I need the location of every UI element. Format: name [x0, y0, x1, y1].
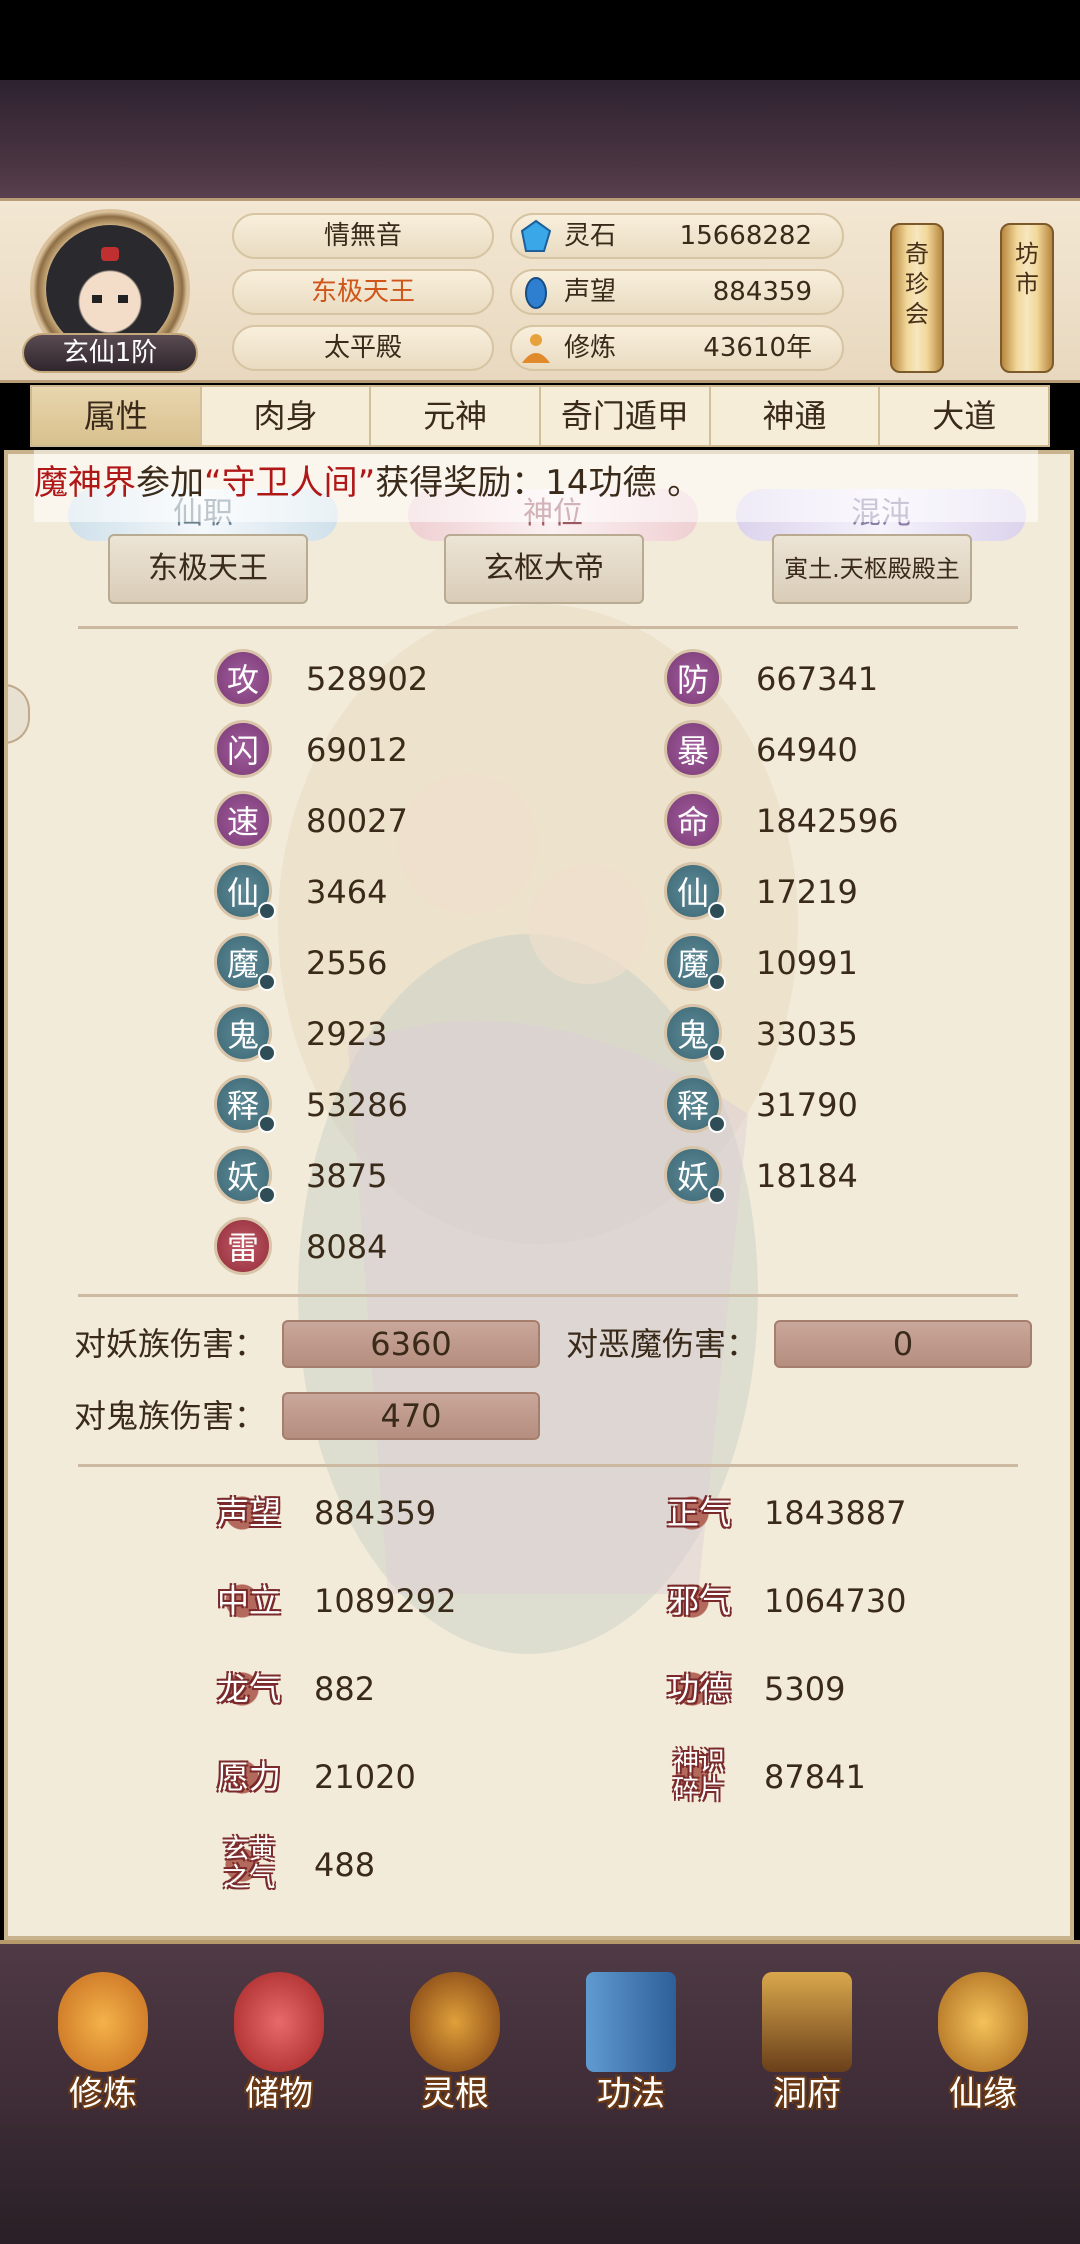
shield-icon — [708, 1186, 726, 1204]
stat-dragon-qi: 龙气 882 — [214, 1656, 544, 1722]
reputation-icon — [525, 277, 547, 309]
nav-techniques[interactable]: 功法 — [556, 1962, 706, 2122]
tab-body[interactable]: 肉身 — [202, 387, 372, 445]
market-button[interactable]: 坊市 — [1000, 223, 1054, 373]
stat-buddha-defense: 释 31790 — [664, 1075, 1004, 1135]
shield-icon — [708, 1115, 726, 1133]
spirit-stone-icon — [520, 219, 552, 252]
storage-bag-icon — [234, 1972, 324, 2072]
stat-yao-attack: 妖 3875 — [214, 1146, 514, 1206]
title-shenwei-value: 玄枢大帝 — [444, 534, 644, 604]
player-palace: 太平殿 — [232, 325, 494, 371]
nav-cave[interactable]: 洞府 — [732, 1962, 882, 2122]
resource-cultivation: 修炼 43610年 — [510, 325, 844, 371]
stat-buddha-attack: 释 53286 — [214, 1075, 514, 1135]
tab-bar: 属性 肉身 元神 奇门遁甲 神通 大道 — [30, 385, 1050, 447]
decorative-banner — [0, 80, 1080, 200]
side-pull-tab[interactable] — [8, 684, 30, 744]
tab-qimen[interactable]: 奇门遁甲 — [541, 387, 711, 445]
stat-xuanhuang-qi: 玄黄之气 488 — [214, 1832, 544, 1898]
stat-evil-qi: 邪气 1064730 — [664, 1568, 1004, 1634]
stat-reputation: 声望 884359 — [214, 1480, 544, 1546]
stat-critical: 暴 64940 — [664, 720, 1004, 780]
resource-label: 声望 — [564, 277, 617, 307]
attack-marker-icon — [258, 1044, 276, 1062]
hairpin-icon — [101, 247, 119, 261]
stat-immortal-defense: 仙 17219 — [664, 862, 1004, 922]
damage-demon-label: 对恶魔伤害： — [566, 1325, 759, 1363]
stat-speed: 速 80027 — [214, 791, 514, 851]
resource-value: 884359 — [712, 277, 812, 307]
title-xianzhi-value: 东极天王 — [108, 534, 308, 604]
stat-ghost-defense: 鬼 33035 — [664, 1004, 1004, 1064]
cultivation-icon — [522, 334, 550, 363]
stat-attack: 攻 528902 — [214, 649, 514, 709]
stat-demon-attack: 魔 2556 — [214, 933, 514, 993]
resource-value: 15668282 — [679, 221, 812, 251]
resource-label: 灵石 — [564, 221, 617, 251]
stat-dodge: 闪 69012 — [214, 720, 514, 780]
scripture-book-icon — [586, 1972, 676, 2072]
meditating-monk-icon — [58, 1972, 148, 2072]
damage-demon-value: 0 — [774, 1320, 1032, 1368]
treasure-fair-button[interactable]: 奇珍会 — [890, 223, 944, 373]
stat-yao-defense: 妖 18184 — [664, 1146, 1004, 1206]
cave-dwelling-icon — [762, 1972, 852, 2072]
player-header: 玄仙1阶 情無音 东极天王 太平殿 灵石 15668282 声望 884359 … — [0, 198, 1080, 383]
divider — [78, 1294, 1018, 1297]
broadcast-ticker: 魔神界参加“守卫人间”获得奖励：14功德 。 — [34, 450, 1038, 522]
attack-marker-icon — [258, 1115, 276, 1133]
stat-immortal-attack: 仙 3464 — [214, 862, 514, 922]
attack-marker-icon — [258, 973, 276, 991]
resource-label: 修炼 — [564, 333, 617, 363]
attack-marker-icon — [258, 1186, 276, 1204]
damage-yao-label: 对妖族伤害： — [74, 1325, 267, 1363]
nav-spirit-root[interactable]: 灵根 — [380, 1962, 530, 2122]
damage-yao-value: 6360 — [282, 1320, 540, 1368]
footer — [0, 2124, 1080, 2244]
stat-defense: 防 667341 — [664, 649, 1004, 709]
damage-ghost-value: 470 — [282, 1392, 540, 1440]
nav-cultivate[interactable]: 修炼 — [28, 1962, 178, 2122]
shield-icon — [708, 973, 726, 991]
nav-fate[interactable]: 仙缘 — [908, 1962, 1058, 2122]
shield-icon — [708, 902, 726, 920]
gourd-icon — [938, 1972, 1028, 2072]
tab-dao[interactable]: 大道 — [880, 387, 1048, 445]
resource-value: 43610年 — [703, 333, 812, 363]
stat-demon-defense: 魔 10991 — [664, 933, 1004, 993]
tab-spirit[interactable]: 元神 — [371, 387, 542, 445]
divider — [78, 1464, 1018, 1467]
tab-attributes[interactable]: 属性 — [32, 387, 202, 445]
player-title: 东极天王 — [232, 269, 494, 315]
rank-badge: 玄仙1阶 — [22, 333, 198, 373]
attributes-panel: 仙职 神位 混沌 东极天王 玄枢大帝 寅土.天枢殿殿主 攻528902 闪690… — [4, 450, 1074, 1940]
nav-storage[interactable]: 储物 — [204, 1962, 354, 2122]
player-name: 情無音 — [232, 213, 494, 259]
stat-thunder: 雷 8084 — [214, 1217, 514, 1277]
stat-divine-fragment: 神识碎片 87841 — [664, 1744, 1004, 1810]
damage-ghost-label: 对鬼族伤害： — [74, 1397, 267, 1435]
resource-spirit-stone: 灵石 15668282 — [510, 213, 844, 259]
tab-magic[interactable]: 神通 — [711, 387, 881, 445]
stat-righteous-qi: 正气 1843887 — [664, 1480, 1004, 1546]
divider — [78, 626, 1018, 629]
stat-merit: 功德 5309 — [664, 1656, 1004, 1722]
status-bar — [0, 0, 1080, 80]
title-hundun-value: 寅土.天枢殿殿主 — [772, 534, 972, 604]
spirit-root-icon — [410, 1972, 500, 2072]
stat-willpower: 愿力 21020 — [214, 1744, 544, 1810]
shield-icon — [708, 1044, 726, 1062]
resource-reputation: 声望 884359 — [510, 269, 844, 315]
stat-health: 命 1842596 — [664, 791, 1004, 851]
eyes — [92, 295, 128, 303]
bottom-nav: 修炼 储物 灵根 功法 洞府 仙缘 — [0, 1940, 1080, 2124]
stat-ghost-attack: 鬼 2923 — [214, 1004, 514, 1064]
attack-marker-icon — [258, 902, 276, 920]
stat-neutral: 中立 1089292 — [214, 1568, 544, 1634]
